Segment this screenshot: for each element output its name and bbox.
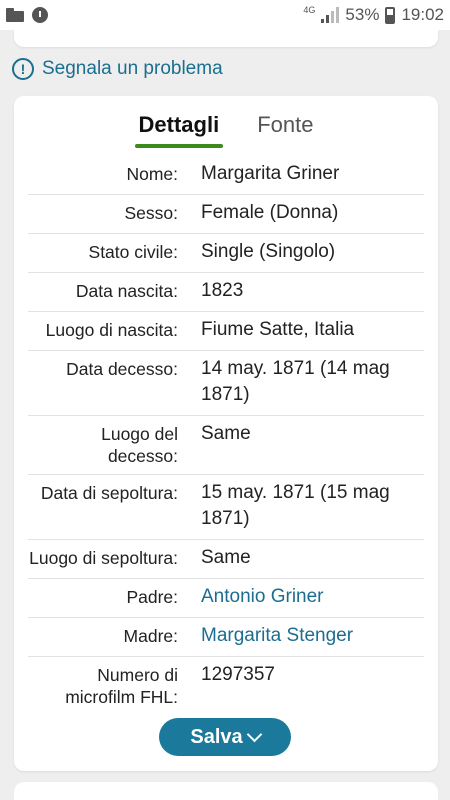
detail-value: Margarita Griner <box>201 163 340 184</box>
status-bar: 4G 53% 19:02 <box>0 0 450 30</box>
detail-value: Female (Donna) <box>201 202 339 223</box>
signal-icon <box>321 7 340 23</box>
network-type: 4G <box>303 5 316 15</box>
detail-row: Luogo di sepoltura: Same <box>28 540 424 579</box>
detail-row: Nome: Margarita Griner <box>28 156 424 195</box>
detail-row: Data di sepoltura: 15 may. 1871 (15 mag 1… <box>28 475 424 540</box>
folder-icon <box>6 8 24 22</box>
detail-label: Padre: <box>126 587 178 607</box>
detail-value: Single (Singolo) <box>201 241 336 262</box>
detail-row: Luogo di nascita: Fiume Satte, Italia <box>28 312 424 351</box>
detail-row: Sesso: Female (Donna) <box>28 195 424 234</box>
save-button[interactable]: Salva <box>159 718 291 756</box>
detail-value: 15 may. 1871 (15 mag 1871) <box>201 482 390 529</box>
tab-bar: Dettagli Fonte <box>14 108 438 148</box>
detail-value: 14 may. 1871 (14 mag 1871) <box>201 358 390 405</box>
detail-row: Data decesso: 14 may. 1871 (14 mag 1871) <box>28 351 424 416</box>
detail-row: Padre: Antonio Griner <box>28 579 424 618</box>
detail-row: Luogo del decesso: Same <box>28 416 424 475</box>
previous-card <box>14 30 438 47</box>
save-button-label: Salva <box>190 725 243 748</box>
chevron-down-icon <box>246 726 262 742</box>
details-table: Nome: Margarita Griner Sesso: Female (Donna… <box>14 156 438 715</box>
detail-row: Stato civile: Single (Singolo) <box>28 234 424 273</box>
detail-label: Stato civile: <box>88 242 178 262</box>
details-card: Dettagli Fonte Nome: Margarita Griner Sess… <box>14 96 438 771</box>
battery-icon <box>385 6 396 24</box>
notification-icon <box>32 7 48 23</box>
detail-value-link[interactable]: Antonio Griner <box>180 584 424 610</box>
detail-label: Nome: <box>126 164 178 184</box>
detail-value: 1297357 <box>201 664 275 685</box>
detail-value: Same <box>201 547 251 568</box>
detail-label: Data decesso: <box>66 359 178 379</box>
detail-label: Data di sepoltura: <box>40 483 178 503</box>
detail-row: Data nascita: 1823 <box>28 273 424 312</box>
report-problem-label: Segnala un problema <box>42 58 223 79</box>
detail-value: 1823 <box>201 280 244 301</box>
detail-label: Madre: <box>123 626 178 646</box>
detail-label: Data nascita: <box>75 281 178 301</box>
clock: 19:02 <box>401 5 444 24</box>
detail-row: Numero di microfilm FHL: 1297357 <box>28 657 424 715</box>
detail-label: Sesso: <box>124 203 179 223</box>
detail-label: Luogo di sepoltura: <box>29 548 178 568</box>
detail-label: Luogo del decesso: <box>101 424 178 466</box>
detail-row: Madre: Margarita Stenger <box>28 618 424 657</box>
tab-fonte[interactable]: Fonte <box>255 108 315 148</box>
detail-value: Same <box>201 423 251 444</box>
detail-value-link[interactable]: Margarita Stenger <box>180 623 424 649</box>
next-card <box>14 782 438 800</box>
detail-value: Fiume Satte, Italia <box>201 319 355 340</box>
tab-dettagli[interactable]: Dettagli <box>134 108 223 148</box>
detail-label: Numero di microfilm FHL: <box>65 665 178 707</box>
report-problem-link[interactable]: ! Segnala un problema <box>12 58 223 80</box>
detail-label: Luogo di nascita: <box>45 320 178 340</box>
alert-circle-icon: ! <box>12 58 34 80</box>
battery-percent: 53% <box>345 5 380 24</box>
